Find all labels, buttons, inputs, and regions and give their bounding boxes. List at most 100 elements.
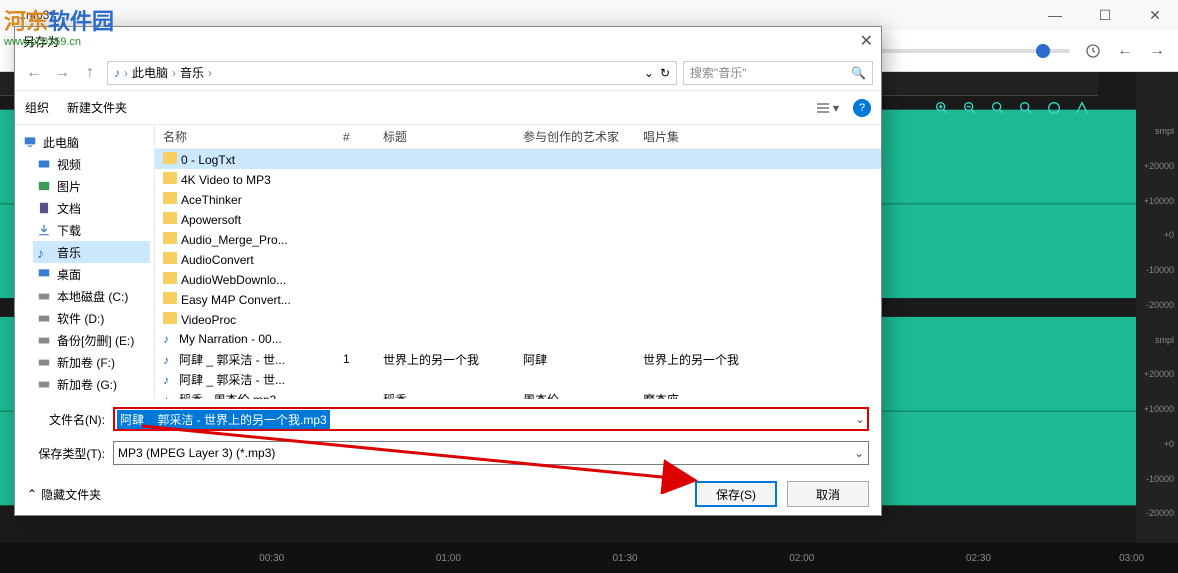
filename-label: 文件名(N): <box>27 411 105 428</box>
desktop-icon <box>37 267 51 281</box>
dialog-close-button[interactable]: ✕ <box>860 31 873 51</box>
view-mode-button[interactable]: ▾ <box>815 101 839 115</box>
zoom-in-icon[interactable] <box>934 100 952 118</box>
file-row[interactable]: Audio_Merge_Pro... <box>155 229 881 249</box>
organize-button[interactable]: 组织 <box>25 99 49 116</box>
prev-icon[interactable]: ← <box>1116 42 1134 60</box>
col-header-album[interactable]: 唱片集 <box>635 128 775 145</box>
tree-item-disk[interactable]: 新加卷 (G:) <box>33 373 150 395</box>
col-header-num[interactable]: # <box>335 130 375 144</box>
scale-mark: -20000 <box>1136 508 1178 543</box>
file-row[interactable]: AudioConvert <box>155 249 881 269</box>
tree-item-disk[interactable]: 本地磁盘 (C:) <box>33 285 150 307</box>
filename-value: 阿肆 _ 郭采洁 - 世界上的另一个我.mp3 <box>117 410 330 429</box>
music-note-icon: ♪ <box>114 66 120 80</box>
zoom-sel-icon[interactable] <box>1018 100 1036 118</box>
maximize-button[interactable]: ☐ <box>1090 5 1120 25</box>
nav-forward-button[interactable]: → <box>51 62 73 84</box>
zoom-slider[interactable] <box>870 49 1070 53</box>
history-icon[interactable] <box>1084 42 1102 60</box>
tree-item-disk[interactable]: 备份[勿删] (E:) <box>33 329 150 351</box>
tree-item-document[interactable]: 文档 <box>33 197 150 219</box>
file-row[interactable]: AceThinker <box>155 189 881 209</box>
search-placeholder: 搜索"音乐" <box>690 64 747 81</box>
file-row[interactable]: ♪阿肆 _ 郭采洁 - 世... <box>155 369 881 389</box>
tree-item-desktop[interactable]: 桌面 <box>33 263 150 285</box>
waveform-tool-row <box>934 100 1092 118</box>
tool-b-icon[interactable] <box>1074 100 1092 118</box>
close-app-button[interactable]: ✕ <box>1140 5 1170 25</box>
breadcrumb-dropdown-icon[interactable]: ⌄ <box>644 66 654 80</box>
tree-this-pc[interactable]: 此电脑 <box>19 131 150 153</box>
col-header-name[interactable]: 名称 <box>155 128 335 145</box>
file-row[interactable]: ♪My Narration - 00... <box>155 329 881 349</box>
nav-back-button[interactable]: ← <box>23 62 45 84</box>
time-mark: 00:30 <box>259 553 284 564</box>
picture-icon <box>37 179 51 193</box>
smpl-label: smpl <box>1136 335 1178 370</box>
tree-item-picture[interactable]: 图片 <box>33 175 150 197</box>
filetype-select[interactable]: MP3 (MPEG Layer 3) (*.mp3) ⌄ <box>113 441 869 465</box>
filename-dropdown-icon[interactable]: ⌄ <box>855 412 865 426</box>
tree-item-video[interactable]: 视频 <box>33 153 150 175</box>
refresh-icon[interactable]: ↻ <box>660 66 670 80</box>
dialog-nav: ← → ↑ ♪ › 此电脑 › 音乐 › ⌄↻ 搜索"音乐" 🔍 <box>15 55 881 91</box>
folder-icon <box>163 152 177 164</box>
filetype-value: MP3 (MPEG Layer 3) (*.mp3) <box>118 446 275 460</box>
file-row[interactable]: ♪阿肆 _ 郭采洁 - 世...1世界上的另一个我阿肆世界上的另一个我 <box>155 349 881 369</box>
file-row[interactable]: 0 - LogTxt <box>155 149 881 169</box>
new-folder-button[interactable]: 新建文件夹 <box>67 99 127 116</box>
breadcrumb-item[interactable]: 音乐 <box>180 64 204 81</box>
col-header-title[interactable]: 标题 <box>375 128 515 145</box>
hide-folders-toggle[interactable]: ⌃ 隐藏文件夹 <box>27 486 101 503</box>
file-list[interactable]: 名称 # 标题 参与创作的艺术家 唱片集 0 - LogTxt4K Video … <box>155 125 881 399</box>
col-header-artist[interactable]: 参与创作的艺术家 <box>515 128 635 145</box>
file-list-header[interactable]: 名称 # 标题 参与创作的艺术家 唱片集 <box>155 125 881 149</box>
scale-mark: +20000 <box>1136 369 1178 404</box>
filename-input[interactable]: 阿肆 _ 郭采洁 - 世界上的另一个我.mp3 ⌄ <box>113 407 869 431</box>
file-row[interactable]: Apowersoft <box>155 209 881 229</box>
disk-icon <box>37 355 51 369</box>
time-ruler[interactable]: 00:30 01:00 01:30 02:00 02:30 03:00 <box>0 543 1178 573</box>
tree-item-disk[interactable]: 新加卷 (F:) <box>33 351 150 373</box>
folder-icon <box>163 312 177 324</box>
scale-mark: -10000 <box>1136 474 1178 509</box>
file-row[interactable]: 4K Video to MP3 <box>155 169 881 189</box>
filetype-dropdown-icon[interactable]: ⌄ <box>854 446 864 460</box>
time-mark: 01:00 <box>436 553 461 564</box>
document-icon <box>37 201 51 215</box>
search-input[interactable]: 搜索"音乐" 🔍 <box>683 61 873 85</box>
file-row[interactable]: VideoProc <box>155 309 881 329</box>
minimize-button[interactable]: — <box>1040 5 1070 25</box>
cancel-button[interactable]: 取消 <box>787 481 869 507</box>
file-row[interactable]: ♪稻香 - 周杰伦.mp3稻香周杰伦魔杰座 <box>155 389 881 399</box>
zoom-fit-icon[interactable] <box>990 100 1008 118</box>
disk-icon <box>37 289 51 303</box>
zoom-out-icon[interactable] <box>962 100 980 118</box>
scale-mark: +0 <box>1136 439 1178 474</box>
download-icon <box>37 223 51 237</box>
tool-a-icon[interactable] <box>1046 100 1064 118</box>
tree-item-disk[interactable]: 软件 (D:) <box>33 307 150 329</box>
file-row[interactable]: AudioWebDownlo... <box>155 269 881 289</box>
tree-item-download[interactable]: 下载 <box>33 219 150 241</box>
folder-icon <box>163 172 177 184</box>
nav-up-button[interactable]: ↑ <box>79 62 101 84</box>
next-icon[interactable]: → <box>1148 42 1166 60</box>
tree-item-music[interactable]: ♪音乐 <box>33 241 150 263</box>
save-button[interactable]: 保存(S) <box>695 481 777 507</box>
app-title: ...mp3* <box>8 8 1020 22</box>
breadcrumb-item[interactable]: 此电脑 <box>132 64 168 81</box>
folder-tree[interactable]: 此电脑 视频图片文档下载♪音乐桌面本地磁盘 (C:)软件 (D:)备份[勿删] … <box>15 125 155 399</box>
scale-mark: +0 <box>1136 230 1178 265</box>
watermark-logo: 河东软件园 www.pc0359.cn <box>4 4 114 48</box>
breadcrumb[interactable]: ♪ › 此电脑 › 音乐 › ⌄↻ <box>107 61 677 85</box>
collapse-icon: ⌃ <box>27 487 37 501</box>
file-row[interactable]: Easy M4P Convert... <box>155 289 881 309</box>
help-icon[interactable]: ? <box>853 99 871 117</box>
disk-icon <box>37 377 51 391</box>
folder-icon <box>163 252 177 264</box>
smpl-label: smpl <box>1136 126 1178 161</box>
search-icon[interactable]: 🔍 <box>851 66 866 80</box>
scale-mark: -10000 <box>1136 265 1178 300</box>
